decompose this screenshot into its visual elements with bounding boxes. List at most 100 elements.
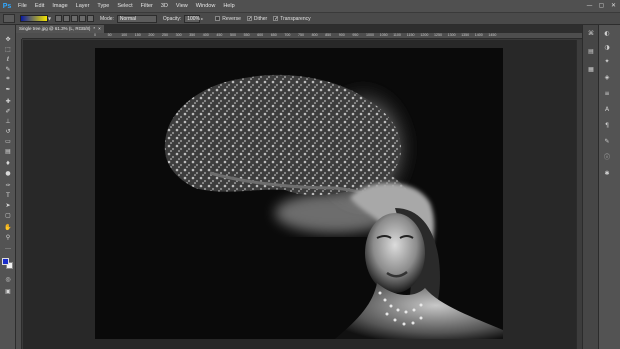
menu-file[interactable]: File [14, 0, 31, 12]
ruler-tick-label: 50 [107, 33, 112, 37]
stamp-icon[interactable]: ⊥ [3, 117, 13, 125]
photoshop-window: Ps File Edit Image Layer Type Select Fil… [0, 0, 620, 349]
healing-icon[interactable]: ✚ [3, 97, 13, 105]
history-panel-icon[interactable]: ⌘ [586, 29, 596, 38]
options-bar: ▼ Mode: Normal Opacity: 100% ▸ Reverse ✓… [0, 12, 620, 25]
panel-dock-expanded: ◐ ◑ ✦ ◈ ≡ A ¶ ✎ ⓘ ✱ [598, 25, 620, 349]
maximize-button[interactable]: ▢ [598, 2, 605, 9]
adjustments-panel-icon[interactable]: ◑ [602, 43, 612, 52]
brush-panel-icon[interactable]: ✎ [602, 137, 612, 146]
workspace[interactable] [23, 40, 582, 349]
pen-icon[interactable]: ✑ [3, 181, 13, 189]
document-modified-marker: * [93, 26, 96, 31]
ruler-tick-label: 1350 [461, 33, 470, 37]
document-canvas[interactable] [95, 48, 503, 339]
menu-image[interactable]: Image [48, 0, 71, 12]
crop-icon[interactable]: ⌗ [3, 75, 13, 83]
swatches-panel-icon[interactable]: ▦ [586, 65, 596, 74]
foreground-color-swatch[interactable] [2, 258, 9, 265]
ruler-tick-label: 100 [121, 33, 128, 37]
toolbox: ✥ ⬚ ℓ ✎ ⌗ ✒ ✚ ✐ ⊥ ↺ ▭ ▤ ♦ ● ✑ T ➤ ▢ ✋ ⚲ … [0, 25, 16, 349]
paragraph-panel-icon[interactable]: ¶ [602, 121, 612, 130]
tool-preset-picker[interactable] [3, 14, 15, 23]
ruler-tick-label: 450 [216, 33, 223, 37]
eyedropper-icon[interactable]: ✒ [3, 85, 13, 93]
ruler-tick-label: 900 [338, 33, 345, 37]
ruler-tick-label: 0 [94, 33, 96, 37]
diamond-gradient-icon[interactable] [87, 15, 94, 22]
menu-select[interactable]: Select [113, 0, 136, 12]
panel-dock-collapsed: ⌘ ▤ ▦ [582, 25, 598, 349]
chevron-down-icon[interactable]: ▼ [48, 15, 52, 22]
quick-select-icon[interactable]: ✎ [3, 65, 13, 73]
type-icon[interactable]: T [3, 191, 13, 199]
menu-filter[interactable]: Filter [137, 0, 157, 12]
ruler-tick-label: 1200 [420, 33, 429, 37]
menu-view[interactable]: View [172, 0, 192, 12]
lasso-icon[interactable]: ℓ [3, 55, 13, 63]
ruler-tick-label: 1400 [474, 33, 483, 37]
channels-panel-icon[interactable]: ≡ [602, 89, 612, 98]
eraser-icon[interactable]: ▭ [3, 137, 13, 145]
ruler-tick-label: 950 [352, 33, 359, 37]
zoom-icon[interactable]: ⚲ [3, 233, 13, 241]
gradient-icon[interactable]: ▤ [3, 147, 13, 155]
linear-gradient-icon[interactable] [55, 15, 62, 22]
ruler-tick-label: 150 [134, 33, 141, 37]
styles-panel-icon[interactable]: ✦ [602, 57, 612, 66]
shape-icon[interactable]: ▢ [3, 211, 13, 219]
ruler-left[interactable] [16, 33, 22, 349]
menu-3d[interactable]: 3D [157, 0, 172, 12]
more-tools-icon[interactable]: … [3, 243, 13, 251]
opacity-label: Opacity: [162, 15, 182, 22]
ruler-tick-label: 400 [202, 33, 209, 37]
quick-mask-icon[interactable]: ◎ [3, 275, 13, 283]
hand-icon[interactable]: ✋ [3, 223, 13, 231]
character-panel-icon[interactable]: A [602, 105, 612, 114]
menu-type[interactable]: Type [93, 0, 113, 12]
radial-gradient-icon[interactable] [63, 15, 70, 22]
ruler-tick-label: 1000 [366, 33, 374, 37]
reflected-gradient-icon[interactable] [79, 15, 86, 22]
menu-help[interactable]: Help [219, 0, 238, 12]
navigator-panel-icon[interactable]: ✱ [602, 169, 612, 178]
gradient-swatch[interactable] [20, 15, 48, 22]
transparency-checkbox[interactable]: ✓ [273, 16, 278, 22]
dodge-icon[interactable]: ● [3, 169, 13, 177]
path-select-icon[interactable]: ➤ [3, 201, 13, 209]
window-controls: — ▢ ✕ [586, 2, 617, 9]
mode-select[interactable]: Normal [116, 14, 157, 23]
brush-icon[interactable]: ✐ [3, 107, 13, 115]
screen-mode-icon[interactable]: ▣ [3, 287, 13, 295]
opacity-dropdown-icon[interactable]: ▸ [201, 15, 205, 22]
properties-panel-icon[interactable]: ▤ [586, 47, 596, 56]
reverse-checkbox[interactable] [215, 16, 221, 21]
dither-label: Dither [253, 15, 268, 22]
dither-checkbox[interactable]: ✓ [246, 16, 252, 22]
close-tab-icon[interactable]: × [98, 25, 101, 33]
ruler-tick-label: 1250 [434, 33, 442, 37]
ruler-tick-label: 1450 [488, 33, 497, 37]
info-panel-icon[interactable]: ⓘ [602, 153, 612, 162]
angle-gradient-icon[interactable] [71, 15, 78, 22]
close-button[interactable]: ✕ [610, 2, 617, 9]
ruler-tick-label: 750 [298, 33, 304, 37]
document-tab-bar: Single tree.jpg @ 61.3% (L, RGB/8) * × [16, 25, 582, 33]
color-swatches[interactable] [2, 258, 14, 270]
marquee-icon[interactable]: ⬚ [3, 45, 13, 53]
ruler-top[interactable]: 0 50 100 150 200 250 300 350 400 450 500 550 600 650 7… [22, 33, 582, 39]
color-panel-icon[interactable]: ◐ [602, 29, 612, 38]
menu-edit[interactable]: Edit [31, 0, 48, 12]
menu-window[interactable]: Window [192, 0, 220, 12]
move-icon[interactable]: ✥ [3, 35, 13, 43]
minimize-button[interactable]: — [586, 2, 593, 9]
opacity-input[interactable]: 100% [184, 14, 201, 23]
ruler-tick-label: 1050 [379, 33, 388, 37]
ruler-tick-label: 300 [175, 33, 182, 37]
blur-icon[interactable]: ♦ [3, 159, 13, 167]
menu-layer[interactable]: Layer [72, 0, 94, 12]
layers-panel-icon[interactable]: ◈ [602, 73, 612, 82]
history-brush-icon[interactable]: ↺ [3, 127, 13, 135]
ruler-origin[interactable] [16, 33, 22, 39]
document-tab[interactable]: Single tree.jpg @ 61.3% (L, RGB/8) * × [16, 25, 104, 33]
